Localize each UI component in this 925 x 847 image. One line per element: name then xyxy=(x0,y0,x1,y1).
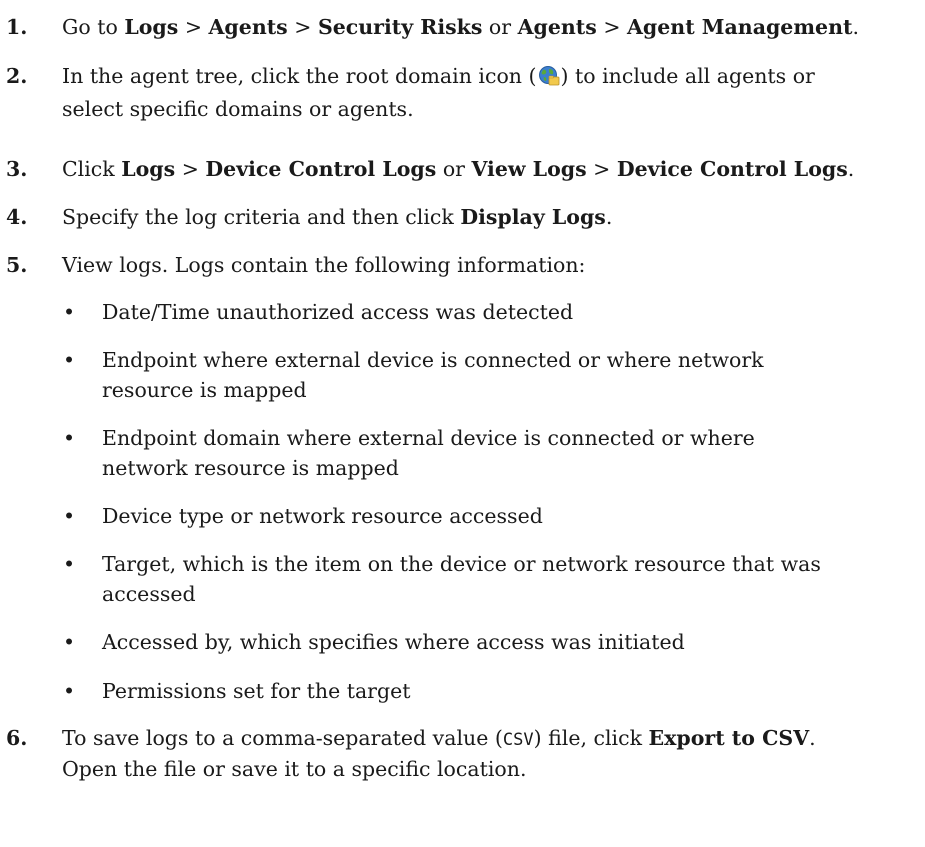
bullet-glyph: • xyxy=(63,630,76,654)
bullet-glyph: • xyxy=(63,504,76,528)
bullet-glyph: • xyxy=(63,300,76,324)
list-item-text-line-2: resource is mapped xyxy=(102,378,307,402)
step-number: 2. xyxy=(6,64,28,88)
bullet-glyph: • xyxy=(63,679,76,703)
step-number: 6. xyxy=(6,726,28,750)
list-item-text: Accessed by, which specifies where acces… xyxy=(102,630,685,654)
step-text-line-1: In the agent tree, click the root domain… xyxy=(62,60,922,93)
step-text-segment: > xyxy=(586,157,617,181)
list-item-text-line-2: network resource is mapped xyxy=(102,456,399,480)
document-page: 1. Go to Logs > Agents > Security Risks … xyxy=(0,0,925,847)
step-number: 4. xyxy=(6,205,28,229)
list-item-text: Device type or network resource accessed xyxy=(102,504,543,528)
step-text-segment: > xyxy=(596,15,628,39)
step-text-segment: Specify the log criteria and then click xyxy=(62,205,461,229)
step-text-segment: . xyxy=(605,205,613,229)
list-item-text: Date/Time unauthorized access was detect… xyxy=(102,300,574,324)
step-text-segment: > xyxy=(175,157,206,181)
step-number: 1. xyxy=(6,15,28,39)
list-item-text-line-1: Target, which is the item on the device … xyxy=(102,552,821,576)
step-text-segment: Go to xyxy=(62,15,125,39)
step-number: 3. xyxy=(6,157,28,181)
list-item-text-line-2: accessed xyxy=(102,582,196,606)
step-text-line-2: Open the file or save it to a specific l… xyxy=(62,757,527,781)
step-text-segment: . xyxy=(852,15,859,39)
step-text: Go to Logs > Agents > Security Risks or … xyxy=(62,11,922,44)
ui-term: Agents xyxy=(208,15,288,39)
step-text-segment: . xyxy=(847,157,855,181)
step-text-line-1: To save logs to a comma-separated value … xyxy=(62,722,922,757)
ui-term: Logs xyxy=(121,157,176,181)
bullet-glyph: • xyxy=(63,426,76,450)
list-item-text-line-1: Endpoint where external device is connec… xyxy=(102,348,764,372)
export-to-csv-label: Export to CSV xyxy=(648,726,810,750)
ui-term: Device Control Logs xyxy=(205,157,437,181)
bullet-glyph: • xyxy=(63,348,76,372)
ui-term: Display Logs xyxy=(460,205,606,229)
step-text-segment: . xyxy=(809,726,816,750)
step-text-segment: > xyxy=(178,15,209,39)
ui-term: Agent Management xyxy=(627,15,853,39)
list-item-text: Permissions set for the target xyxy=(102,679,411,703)
step-text-segment: In the agent tree, click the root domain… xyxy=(62,64,537,88)
step-text-line-2: select specific domains or agents. xyxy=(62,97,414,121)
step-text-segment: or xyxy=(482,15,518,39)
step-text-segment: ) to include all agents or xyxy=(560,64,815,88)
step-text-segment: > xyxy=(287,15,318,39)
step-text: Click Logs > Device Control Logs or View… xyxy=(62,153,922,186)
ui-term: Device Control Logs xyxy=(616,157,848,181)
step-text: Specify the log criteria and then click … xyxy=(62,201,922,234)
ui-term: Agents xyxy=(517,15,597,39)
list-item-text-line-1: Endpoint domain where external device is… xyxy=(102,426,755,450)
bullet-glyph: • xyxy=(63,552,76,576)
step-text-segment: or xyxy=(436,157,472,181)
ui-term: Security Risks xyxy=(317,15,483,39)
root-domain-globe-icon xyxy=(538,64,560,86)
ui-term: View Logs xyxy=(471,157,587,181)
step-text: View logs. Logs contain the following in… xyxy=(62,253,586,277)
step-text-segment: Click xyxy=(62,157,122,181)
step-text-segment: To save logs to a comma-separated value … xyxy=(62,726,503,750)
step-number: 5. xyxy=(6,253,28,277)
step-text-segment: ) file, click xyxy=(533,726,649,750)
ui-term: Logs xyxy=(124,15,179,39)
code-text: CSV xyxy=(502,730,534,750)
